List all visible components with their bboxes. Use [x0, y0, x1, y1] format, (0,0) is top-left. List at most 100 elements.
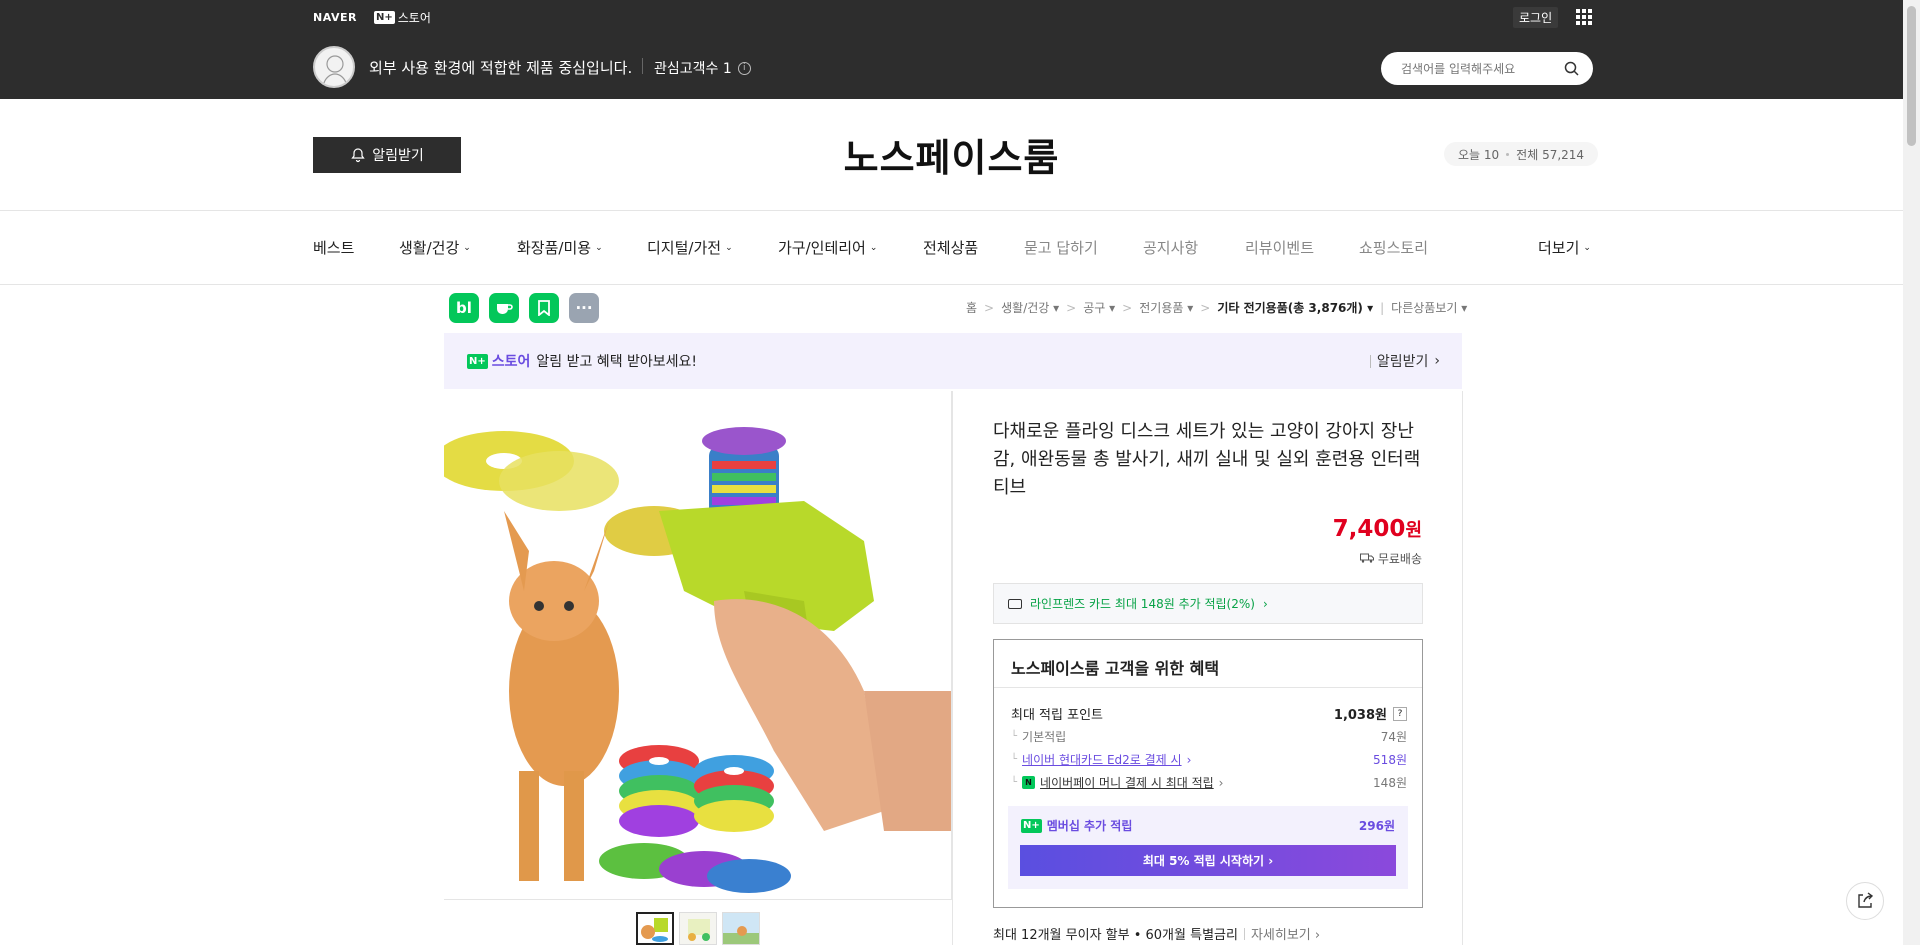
scrollbar-thumb[interactable] [1907, 6, 1916, 146]
search-icon[interactable] [1564, 61, 1579, 76]
login-button[interactable]: 로그인 [1513, 7, 1559, 28]
npay-link[interactable]: 네이버페이 머니 결제 시 최대 적립 [1040, 774, 1214, 791]
share-icon [1858, 892, 1874, 908]
truck-icon [1360, 553, 1374, 563]
notify-promo-banner[interactable]: N+ 스토어 알림 받고 혜택 받아보세요! 알림받기 › [444, 333, 1462, 389]
product-main-image[interactable] [444, 391, 952, 899]
nav-more[interactable]: 더보기 ⌄ [1538, 237, 1591, 258]
breadcrumb-current[interactable]: 기타 전기용품(총 3,876개) ▾ [1217, 299, 1373, 316]
nav-shopping-story[interactable]: 쇼핑스토리 [1359, 237, 1428, 258]
more-share-icon[interactable]: ··· [569, 293, 599, 323]
hyundai-card-value: 518원 [1373, 753, 1407, 767]
nav-all-products[interactable]: 전체상품 [923, 237, 978, 258]
blog-share-icon[interactable]: bl [449, 293, 479, 323]
promo-text: 알림 받고 혜택 받아보세요! [536, 354, 698, 370]
product-title: 다채로운 플라잉 디스크 세트가 있는 고양이 강아지 장난감, 애완동물 총 … [993, 421, 1421, 498]
info-icon[interactable]: i [737, 61, 751, 75]
npay-row: └ N 네이버페이 머니 결제 시 최대 적립 › 148원 [1011, 774, 1407, 791]
cafe-share-icon[interactable] [489, 293, 519, 323]
basic-points-value: 74원 [1380, 730, 1407, 744]
top-bar: NAVER N+ 스토어 로그인 외부 사용 환경에 적합한 제품 중심입니다.… [0, 0, 1903, 99]
breadcrumb-home[interactable]: 홈 [966, 299, 977, 316]
favorite-count-label: 관심고객수 1 [654, 61, 732, 77]
store-label: 스토어 [397, 11, 431, 25]
breadcrumb-category-2[interactable]: 공구 ▾ [1083, 299, 1115, 316]
max-points-value: 1,038원 [1333, 708, 1387, 723]
membership-start-button[interactable]: 최대 5% 적립 시작하기 › [1020, 845, 1396, 876]
installment-more-link[interactable]: 자세히보기 › [1251, 924, 1320, 943]
search-box[interactable] [1381, 52, 1593, 85]
thumbnail-strip [636, 912, 760, 945]
product-price: 7,400원 [1332, 516, 1422, 542]
installment-info: 최대 12개월 무이자 할부 • 60개월 특별금리 자세히보기 › [993, 924, 1320, 943]
card-benefit-text: 라인프렌즈 카드 최대 148원 추가 적립(2%) [1030, 597, 1255, 611]
thumbnail-2[interactable] [679, 912, 717, 945]
bookmark-share-icon[interactable] [529, 293, 559, 323]
favorite-count[interactable]: 관심고객수 1 i [654, 58, 751, 78]
promo-store-tag: 스토어 [491, 354, 531, 370]
thumbnail-1[interactable] [636, 912, 674, 945]
basic-points-row: └ 기본적립 74원 [1011, 730, 1407, 744]
nav-furniture[interactable]: 가구/인테리어 ⌄ [778, 237, 877, 258]
membership-value: 296원 [1358, 819, 1395, 833]
card-icon [1008, 598, 1022, 609]
divider [444, 899, 952, 900]
nplus-badge: N+ [374, 11, 395, 24]
divider [0, 210, 1903, 211]
benefit-heading: 노스페이스룸 고객을 위한 혜택 [1011, 659, 1220, 678]
nav-qna[interactable]: 묻고 답하기 [1024, 237, 1098, 258]
hyundai-card-row: └ 네이버 현대카드 Ed2로 결제 시 › 518원 [1011, 751, 1407, 768]
hyundai-card-link[interactable]: 네이버 현대카드 Ed2로 결제 시 [1022, 751, 1182, 768]
page-scrollbar[interactable] [1903, 0, 1920, 945]
dot-separator [1506, 152, 1510, 156]
total-visits: 전체 57,214 [1516, 147, 1585, 162]
store-description: 외부 사용 환경에 적합한 제품 중심입니다. [369, 59, 633, 77]
npay-icon: N [1022, 776, 1036, 789]
npay-value: 148원 [1373, 776, 1407, 790]
divider [952, 391, 953, 945]
breadcrumb-category-1[interactable]: 생활/건강 ▾ [1001, 299, 1059, 316]
store-avatar[interactable] [313, 46, 355, 88]
breadcrumb-category-3[interactable]: 전기용품 ▾ [1139, 299, 1193, 316]
breadcrumb: 홈 > 생활/건강 ▾ > 공구 ▾ > 전기용품 ▾ > 기타 전기용품(총 3,87… [966, 299, 1468, 316]
basic-points-label: 기본적립 [1022, 730, 1067, 744]
other-products-link[interactable]: 다른상품보기 ▾ [1391, 299, 1467, 316]
nplus-badge: N+ [1021, 818, 1042, 833]
nav-best[interactable]: 베스트 [313, 237, 354, 258]
chevron-down-icon: ⌄ [463, 242, 471, 253]
nav-living-health[interactable]: 생활/건강 ⌄ [399, 237, 471, 258]
chevron-down-icon: ⌄ [869, 242, 878, 253]
help-icon[interactable]: ? [1393, 706, 1407, 721]
divider [0, 284, 1903, 285]
divider [994, 687, 1422, 688]
card-benefit-link[interactable]: 라인프렌즈 카드 최대 148원 추가 적립(2%) › [993, 583, 1423, 624]
store-name[interactable]: 노스페이스룸 [0, 127, 1903, 182]
divider [1462, 391, 1463, 945]
nav-notice[interactable]: 공지사항 [1143, 237, 1198, 258]
naver-logo[interactable]: NAVER [313, 11, 357, 24]
chevron-right-icon: › [1262, 596, 1268, 611]
nav-review-event[interactable]: 리뷰이벤트 [1245, 237, 1314, 258]
nav-digital[interactable]: 디지털/가전 ⌄ [647, 237, 733, 258]
max-points-row: 최대 적립 포인트 1,038원? [1011, 704, 1407, 723]
promo-notify-link[interactable]: 알림받기 › [1369, 351, 1440, 371]
chevron-right-icon: › [1434, 353, 1440, 369]
chevron-down-icon: ⌄ [595, 242, 603, 253]
apps-grid-icon[interactable] [1576, 9, 1592, 25]
share-button[interactable] [1846, 882, 1884, 920]
visitor-count: 오늘 10 전체 57,214 [1444, 142, 1599, 166]
today-visits: 오늘 10 [1458, 147, 1500, 162]
chevron-down-icon: ⌄ [1583, 242, 1591, 253]
divider [642, 58, 643, 74]
membership-box: N+ 멤버십 추가 적립 296원 최대 5% 적립 시작하기 › [1008, 806, 1408, 889]
free-shipping: 무료배송 [1352, 550, 1422, 567]
search-input[interactable] [1401, 61, 1561, 76]
nplus-badge: N+ [467, 353, 488, 369]
membership-label: 멤버십 추가 적립 [1046, 819, 1133, 833]
benefit-panel: 노스페이스룸 고객을 위한 혜택 최대 적립 포인트 1,038원? └ 기본적립… [993, 639, 1423, 908]
max-points-label: 최대 적립 포인트 [1011, 708, 1103, 723]
nav-cosmetics[interactable]: 화장품/미용 ⌄ [517, 237, 603, 258]
nplus-store-logo[interactable]: N+ 스토어 [374, 9, 431, 26]
installment-text: 최대 12개월 무이자 할부 • 60개월 특별금리 [993, 928, 1238, 943]
thumbnail-3[interactable] [722, 912, 760, 945]
